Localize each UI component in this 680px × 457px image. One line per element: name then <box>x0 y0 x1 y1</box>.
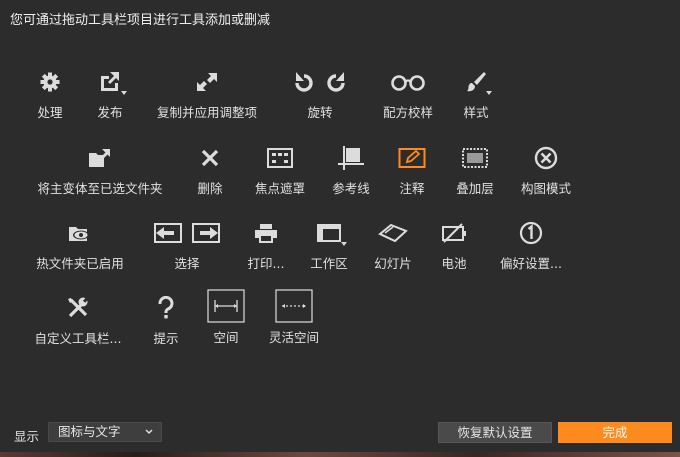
annotate-pencil-icon <box>398 142 426 174</box>
tool-preferences-label: 偏好设置... <box>500 256 562 271</box>
close-x-icon <box>200 142 220 174</box>
brush-icon <box>465 66 492 98</box>
workspace-icon <box>316 217 347 249</box>
dropdown-caret-icon <box>121 91 127 95</box>
tool-style-label: 样式 <box>463 105 489 120</box>
tool-delete-label: 删除 <box>197 181 223 196</box>
display-mode-value: 图标与文字 <box>58 424 121 439</box>
tool-overlay[interactable]: 叠加层 <box>450 142 500 197</box>
tool-delete[interactable]: 删除 <box>192 142 228 197</box>
display-label: 显示 <box>14 429 40 444</box>
tool-annotate-label: 注释 <box>399 181 425 196</box>
share-icon <box>98 66 127 98</box>
dropdown-caret-icon <box>486 91 492 95</box>
chevron-down-icon <box>145 429 153 435</box>
done-button[interactable]: 完成 <box>558 422 672 443</box>
tool-publish-label: 发布 <box>97 105 123 120</box>
tool-composition-mode-label: 构图模式 <box>520 181 571 196</box>
hotfolder-eye-icon <box>67 217 93 249</box>
tool-flexible-space-label: 灵活空间 <box>268 330 319 345</box>
folder-arrow-icon <box>87 142 113 174</box>
select-prev-next-icon <box>152 217 222 249</box>
tool-workspace-label: 工作区 <box>310 256 348 271</box>
tool-select[interactable]: 选择 <box>150 217 224 272</box>
tool-focus-mask-label: 焦点遮罩 <box>254 181 305 196</box>
tool-flexible-space[interactable]: 灵活空间 <box>264 287 324 346</box>
flexible-space-icon <box>275 287 313 325</box>
tool-customize-toolbar[interactable]: 自定义工具栏... <box>30 292 126 347</box>
tool-space-label: 空间 <box>213 330 239 345</box>
preferences-number-one-icon <box>519 217 543 249</box>
overlay-icon <box>461 142 489 174</box>
focus-mask-icon <box>266 142 294 174</box>
battery-icon <box>440 217 468 249</box>
tool-preferences[interactable]: 偏好设置... <box>494 217 568 272</box>
tool-print[interactable]: 打印... <box>244 217 288 272</box>
tool-copy-apply-label: 复制并应用调整项 <box>156 105 257 120</box>
tools-wrench-screwdriver-icon <box>66 292 90 324</box>
reset-defaults-button[interactable]: 恢复默认设置 <box>438 422 552 443</box>
glasses-icon <box>390 66 426 98</box>
printer-icon <box>253 217 279 249</box>
slideshow-icon <box>377 217 409 249</box>
fixed-space-icon <box>207 287 245 325</box>
tool-guides-label: 参考线 <box>332 181 370 196</box>
display-mode-select[interactable]: 图标与文字 <box>48 422 162 442</box>
instruction-text: 您可通过拖动工具栏项目进行工具添加或删减 <box>10 13 271 28</box>
guides-icon <box>338 142 364 174</box>
tool-space[interactable]: 空间 <box>206 287 246 346</box>
tool-hotfolder-label: 热文件夹已启用 <box>36 256 124 271</box>
tool-slideshow[interactable]: 幻灯片 <box>368 217 418 272</box>
tool-process-label: 处理 <box>37 105 63 120</box>
question-mark-icon <box>157 292 175 324</box>
dropdown-caret-icon <box>341 242 347 246</box>
tool-battery-label: 电池 <box>441 256 467 271</box>
tool-overlay-label: 叠加层 <box>456 181 494 196</box>
tool-composition-mode[interactable]: 构图模式 <box>516 142 576 197</box>
tool-style[interactable]: 样式 <box>458 66 494 121</box>
tool-workspace[interactable]: 工作区 <box>304 217 354 272</box>
gear-icon <box>39 66 61 98</box>
tool-tips[interactable]: 提示 <box>148 292 184 347</box>
tool-battery[interactable]: 电池 <box>434 217 474 272</box>
tool-move-variant[interactable]: 将主变体至已选文件夹 <box>30 142 170 197</box>
tool-hotfolder[interactable]: 热文件夹已启用 <box>30 217 130 272</box>
background-photo-strip <box>0 452 680 457</box>
tool-rotate[interactable]: 旋转 <box>290 66 350 121</box>
tool-tips-label: 提示 <box>153 331 179 346</box>
tool-move-variant-label: 将主变体至已选文件夹 <box>37 181 163 196</box>
tool-focus-mask[interactable]: 焦点遮罩 <box>250 142 310 197</box>
rotate-left-right-icon <box>295 72 345 92</box>
tool-publish[interactable]: 发布 <box>92 66 128 121</box>
tool-copy-apply[interactable]: 复制并应用调整项 <box>150 66 264 121</box>
tool-select-label: 选择 <box>174 256 200 271</box>
tool-print-label: 打印... <box>247 256 285 271</box>
tool-customize-toolbar-label: 自定义工具栏... <box>34 331 122 346</box>
tool-slideshow-label: 幻灯片 <box>374 256 412 271</box>
tool-formula-proof[interactable]: 配方校样 <box>378 66 438 121</box>
tool-process[interactable]: 处理 <box>32 66 68 121</box>
tool-formula-proof-label: 配方校样 <box>382 105 433 120</box>
composition-x-circle-icon <box>534 142 558 174</box>
rotate-icons <box>291 66 349 98</box>
customize-toolbar-panel: 您可通过拖动工具栏项目进行工具添加或删减 处理 发布 复制并应用调整项 旋转 配… <box>0 0 680 452</box>
tool-guides[interactable]: 参考线 <box>326 142 376 197</box>
copy-apply-arrows-icon <box>195 66 219 98</box>
tool-rotate-label: 旋转 <box>307 105 333 120</box>
tool-annotate[interactable]: 注释 <box>392 142 432 197</box>
